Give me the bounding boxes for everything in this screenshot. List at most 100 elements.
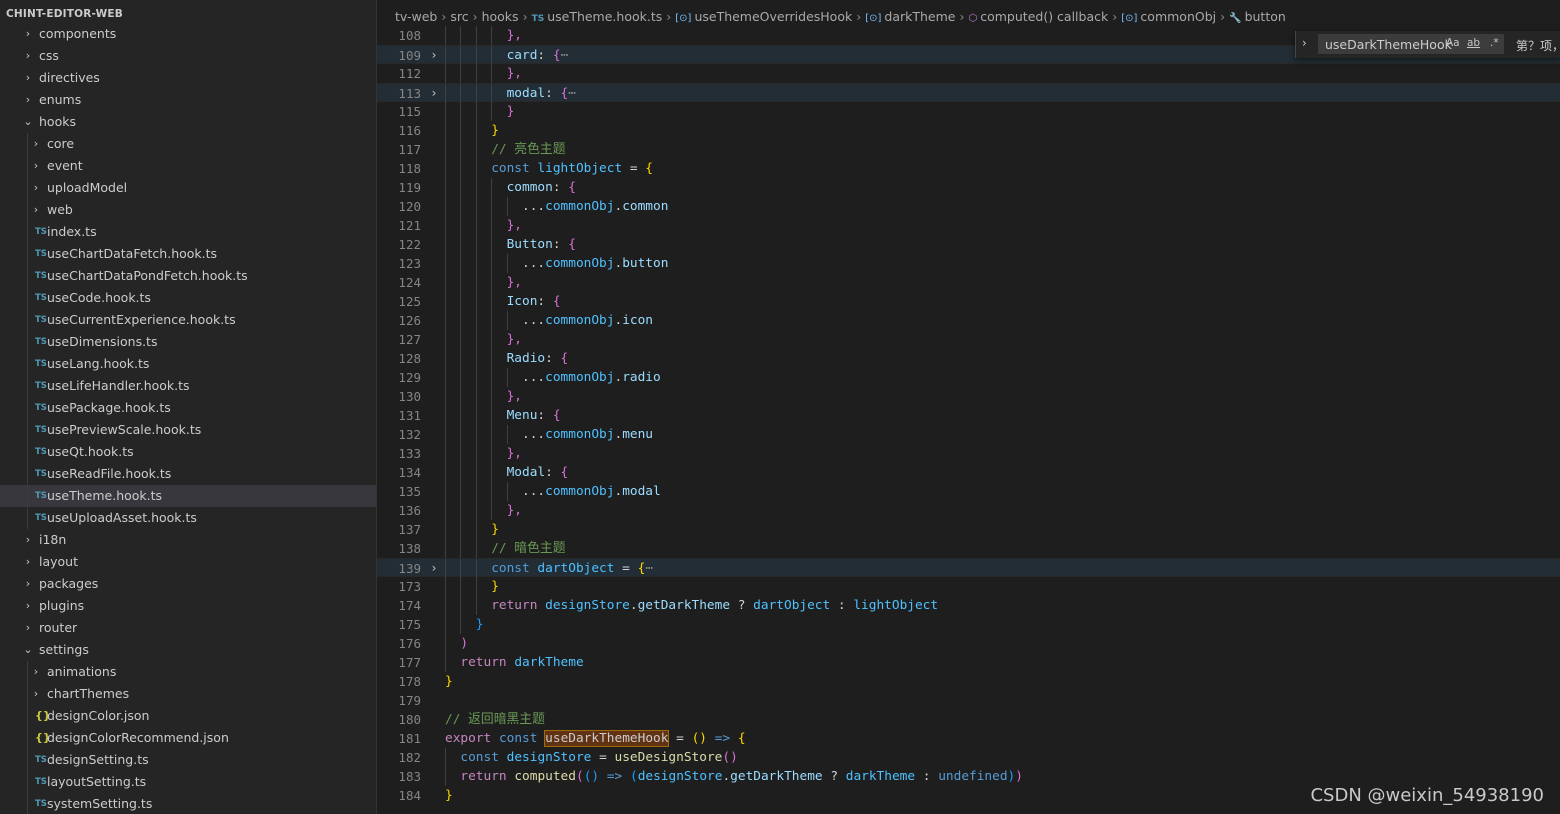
code-line[interactable]: 121}, bbox=[377, 216, 1560, 235]
indent-guide bbox=[460, 463, 462, 482]
code-line[interactable]: 127}, bbox=[377, 330, 1560, 349]
code-line[interactable]: 112}, bbox=[377, 64, 1560, 83]
indent-guide bbox=[27, 793, 28, 814]
code-token: () bbox=[722, 750, 738, 765]
tree-file[interactable]: TS useLang.hook.ts bbox=[0, 353, 376, 375]
line-number: 121 bbox=[398, 218, 421, 233]
tree-file[interactable]: TS useUploadAsset.hook.ts bbox=[0, 507, 376, 529]
tree-file[interactable]: TS useCurrentExperience.hook.ts bbox=[0, 309, 376, 331]
code-line[interactable]: 132 ...commonObj.menu bbox=[377, 425, 1560, 444]
tree-file[interactable]: TS useChartDataFetch.hook.ts bbox=[0, 243, 376, 265]
code-line[interactable]: 123 ...commonObj.button bbox=[377, 254, 1560, 273]
code-line[interactable]: 174 return designStore.getDarkTheme ? dar… bbox=[377, 596, 1560, 615]
code-line[interactable]: 130}, bbox=[377, 387, 1560, 406]
indent-guide bbox=[491, 84, 493, 103]
code-line[interactable]: 113 › modal: {⋯ bbox=[377, 83, 1560, 103]
tree-file[interactable]: TS useDimensions.ts bbox=[0, 331, 376, 353]
code-line[interactable]: 139 › const dartObject = {⋯ bbox=[377, 558, 1560, 578]
tree-file[interactable]: {} designColor.json bbox=[0, 705, 376, 727]
code-line[interactable]: 133}, bbox=[377, 444, 1560, 463]
tree-file[interactable]: TS useReadFile.hook.ts bbox=[0, 463, 376, 485]
fold-chevron-icon[interactable]: › bbox=[427, 84, 441, 103]
code-line[interactable]: 138 // 暗色主题 bbox=[377, 539, 1560, 558]
code-line[interactable]: 122 Button: { bbox=[377, 235, 1560, 254]
line-number: 183 bbox=[398, 769, 421, 784]
code-lines[interactable]: 108}, 109 › card: {⋯ 112}, 113 › modal: {⋯ 115} 1… bbox=[377, 26, 1560, 805]
tree-file[interactable]: TS useLifeHandler.hook.ts bbox=[0, 375, 376, 397]
code-line[interactable]: 128 Radio: { bbox=[377, 349, 1560, 368]
code-line[interactable]: 181 export const useDarkThemeHook = () =>… bbox=[377, 729, 1560, 748]
tree-file[interactable]: TS useChartDataPondFetch.hook.ts bbox=[0, 265, 376, 287]
code-line[interactable]: 115} bbox=[377, 102, 1560, 121]
code-line[interactable]: 125 Icon: { bbox=[377, 292, 1560, 311]
code-line[interactable]: 120 ...commonObj.common bbox=[377, 197, 1560, 216]
tree-folder[interactable]: ⌄ hooks bbox=[0, 111, 376, 133]
indent-guide bbox=[445, 349, 446, 368]
code-line[interactable]: 117 // 亮色主题 bbox=[377, 140, 1560, 159]
regex-icon[interactable]: .* bbox=[1490, 37, 1499, 49]
explorer-root-title[interactable]: CHINT-EDITOR-WEB bbox=[6, 8, 123, 20]
tree-folder[interactable]: › animations bbox=[0, 661, 376, 683]
tree-file[interactable]: {} designColorRecommend.json bbox=[0, 727, 376, 749]
fold-chevron-icon[interactable]: › bbox=[427, 559, 441, 578]
code-line[interactable]: 135 ...commonObj.modal bbox=[377, 482, 1560, 501]
code-editor[interactable]: tv-web › src › hooks › TS useTheme.hook.ts › [⊙] u… bbox=[377, 0, 1560, 814]
tree-folder[interactable]: › directives bbox=[0, 67, 376, 89]
line-number: 120 bbox=[398, 199, 421, 214]
code-line[interactable]: 119 common: { bbox=[377, 178, 1560, 197]
whole-word-icon[interactable]: ab bbox=[1467, 37, 1480, 49]
code-line[interactable]: 137} bbox=[377, 520, 1560, 539]
code-text: } bbox=[491, 121, 499, 140]
code-line[interactable]: 178} bbox=[377, 672, 1560, 691]
tree-folder[interactable]: › uploadModel bbox=[0, 177, 376, 199]
tree-folder[interactable]: › event bbox=[0, 155, 376, 177]
code-line[interactable]: 136}, bbox=[377, 501, 1560, 520]
code-line[interactable]: 182 const designStore = useDesignStore() bbox=[377, 748, 1560, 767]
code-token: } bbox=[445, 788, 453, 803]
tree-folder[interactable]: › layout bbox=[0, 551, 376, 573]
code-line[interactable]: 183 return computed(() => (designStore.ge… bbox=[377, 767, 1560, 786]
tree-folder[interactable]: › core bbox=[0, 133, 376, 155]
tree-item-label: useChartDataPondFetch.hook.ts bbox=[47, 268, 248, 283]
tree-folder[interactable]: › chartThemes bbox=[0, 683, 376, 705]
tree-folder[interactable]: › enums bbox=[0, 89, 376, 111]
code-line[interactable]: 176) bbox=[377, 634, 1560, 653]
code-line[interactable]: 131 Menu: { bbox=[377, 406, 1560, 425]
code-line[interactable]: 134 Modal: { bbox=[377, 463, 1560, 482]
tree-file[interactable]: TS useQt.hook.ts bbox=[0, 441, 376, 463]
code-line[interactable]: 180 // 返回暗黑主题 bbox=[377, 710, 1560, 729]
tree-folder[interactable]: › packages bbox=[0, 573, 376, 595]
tree-file[interactable]: TS layoutSetting.ts bbox=[0, 771, 376, 793]
tree-folder[interactable]: › css bbox=[0, 45, 376, 67]
tree-file[interactable]: TS useCode.hook.ts bbox=[0, 287, 376, 309]
code-line[interactable]: 126 ...commonObj.icon bbox=[377, 311, 1560, 330]
code-line[interactable]: 173} bbox=[377, 577, 1560, 596]
code-token: darkTheme bbox=[514, 655, 584, 670]
tree-folder[interactable]: › components bbox=[0, 23, 376, 45]
fold-chevron-icon[interactable]: › bbox=[427, 46, 441, 65]
tree-folder[interactable]: › i18n bbox=[0, 529, 376, 551]
code-line[interactable]: 124}, bbox=[377, 273, 1560, 292]
tree-folder[interactable]: ⌄ settings bbox=[0, 639, 376, 661]
tree-file[interactable]: TS index.ts bbox=[0, 221, 376, 243]
indent-guide bbox=[27, 243, 28, 265]
code-line[interactable]: 175} bbox=[377, 615, 1560, 634]
code-line[interactable]: 129 ...commonObj.radio bbox=[377, 368, 1560, 387]
tree-file[interactable]: TS useTheme.hook.ts bbox=[0, 485, 376, 507]
tree-folder[interactable]: › router bbox=[0, 617, 376, 639]
tree-folder[interactable]: › web bbox=[0, 199, 376, 221]
indent-guide bbox=[460, 482, 462, 501]
tree-file[interactable]: TS systemSetting.ts bbox=[0, 793, 376, 814]
tree-folder[interactable]: › plugins bbox=[0, 595, 376, 617]
code-line[interactable]: 118 const lightObject = { bbox=[377, 159, 1560, 178]
code-line[interactable]: 116} bbox=[377, 121, 1560, 140]
tree-file[interactable]: TS usePreviewScale.hook.ts bbox=[0, 419, 376, 441]
indent-guide bbox=[445, 46, 446, 65]
match-case-icon[interactable]: Aa bbox=[1446, 37, 1460, 49]
code-line[interactable]: 179 bbox=[377, 691, 1560, 710]
tree-file[interactable]: TS usePackage.hook.ts bbox=[0, 397, 376, 419]
toggle-replace-chevron-icon[interactable]: › bbox=[1302, 36, 1307, 50]
indent-guide bbox=[460, 216, 462, 235]
tree-file[interactable]: TS designSetting.ts bbox=[0, 749, 376, 771]
code-line[interactable]: 177 return darkTheme bbox=[377, 653, 1560, 672]
